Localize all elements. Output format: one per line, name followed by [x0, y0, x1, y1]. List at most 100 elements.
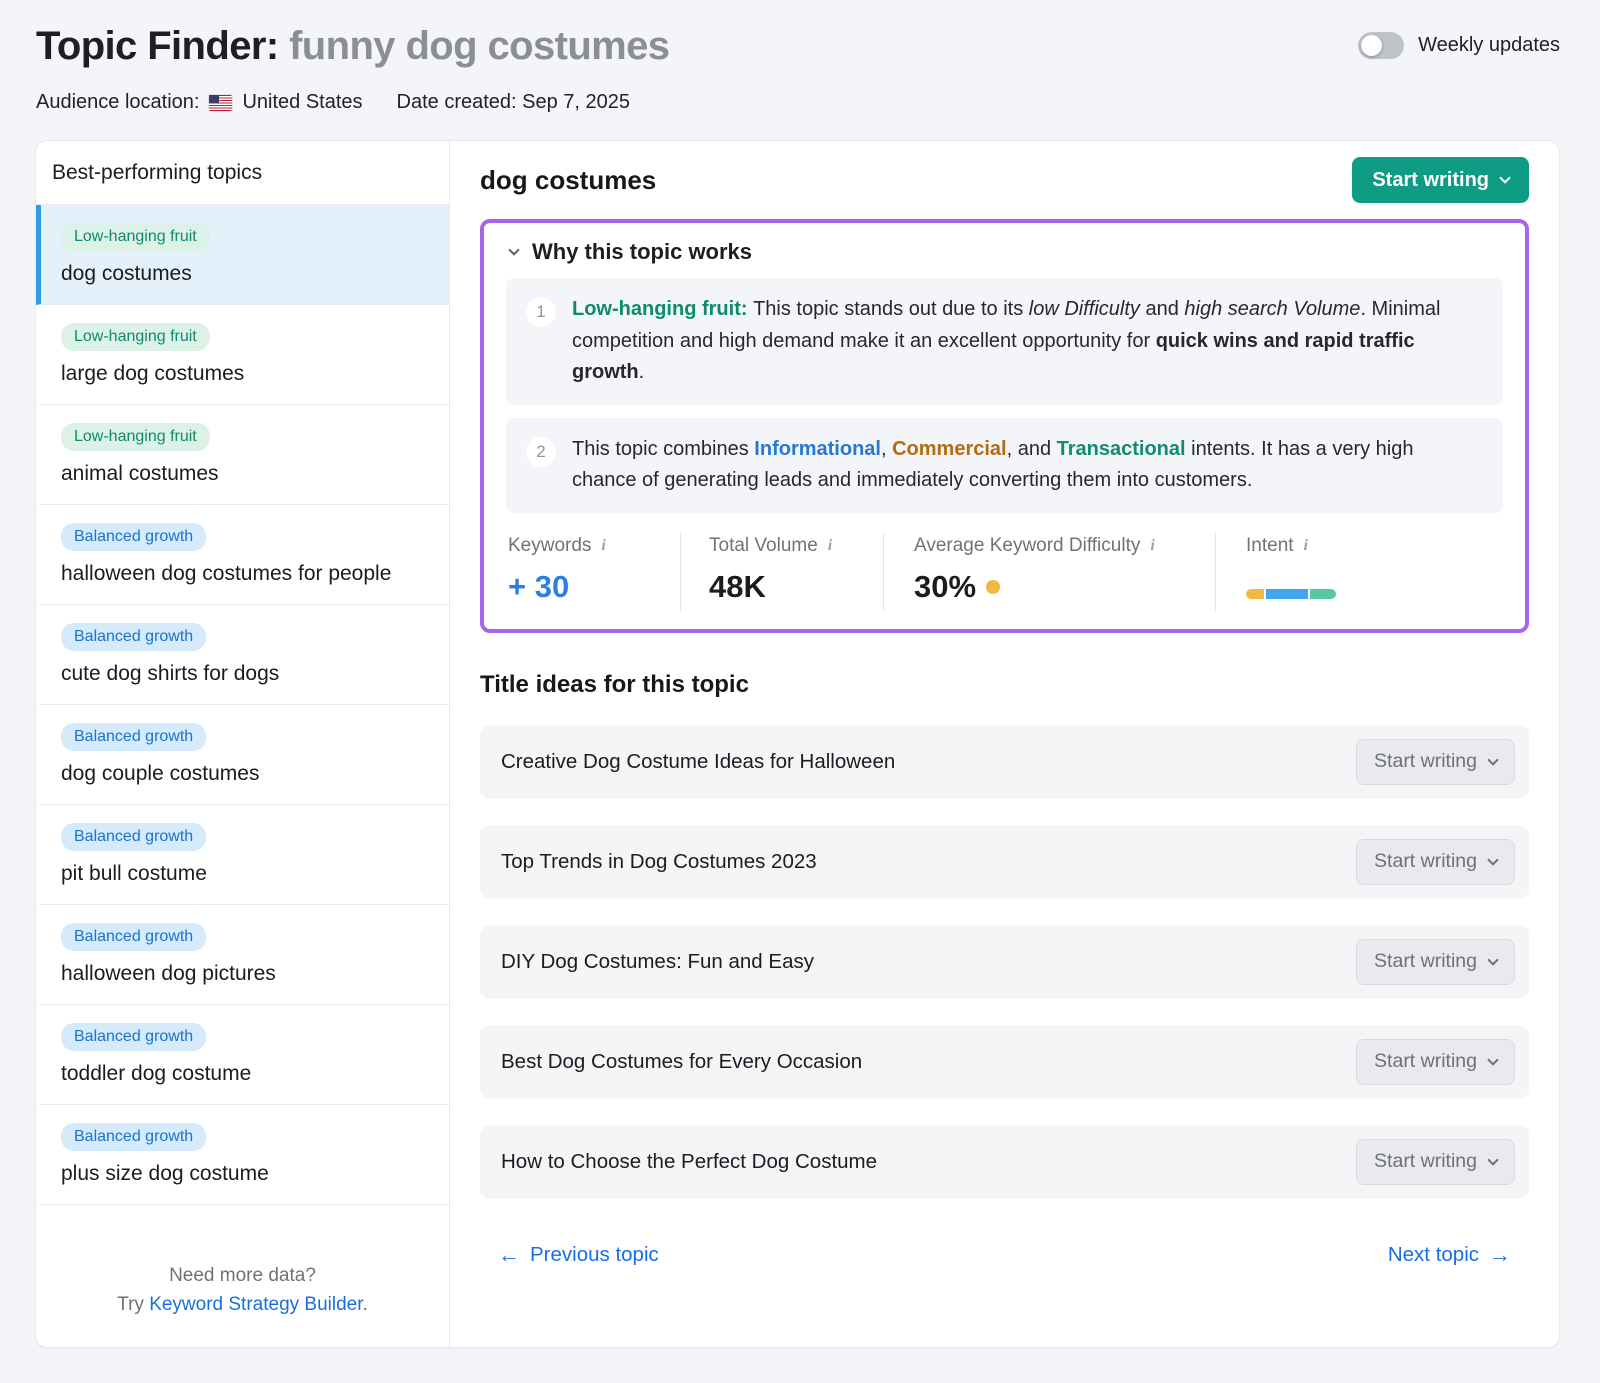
- arrow-right-icon: →: [1489, 1244, 1511, 1266]
- start-writing-secondary-label: Start writing: [1374, 850, 1477, 873]
- metric-label-row: Intent i: [1246, 535, 1503, 557]
- us-flag-icon: [209, 95, 232, 111]
- topic-label: dog couple costumes: [61, 762, 433, 786]
- topic-badge: Balanced growth: [61, 1023, 206, 1051]
- topic-badge: Balanced growth: [61, 923, 206, 951]
- info-icon[interactable]: i: [828, 537, 832, 555]
- weekly-updates-toggle[interactable]: [1358, 32, 1404, 59]
- why-points: 1 Low-hanging fruit: This topic stands o…: [506, 278, 1503, 513]
- sidebar-topic-item[interactable]: Balanced growth halloween dog costumes f…: [36, 505, 449, 605]
- sidebar-topic-item[interactable]: Balanced growth toddler dog costume: [36, 1005, 449, 1105]
- sidebar-topic-item[interactable]: Low-hanging fruit large dog costumes: [36, 305, 449, 405]
- arrow-left-icon: ←: [498, 1244, 520, 1266]
- title-ideas-heading: Title ideas for this topic: [480, 671, 1529, 699]
- try-suffix: .: [363, 1294, 368, 1315]
- start-writing-secondary-button[interactable]: Start writing: [1356, 739, 1515, 785]
- sidebar-topic-item[interactable]: Balanced growth dog couple costumes: [36, 705, 449, 805]
- topic-label: halloween dog pictures: [61, 962, 433, 986]
- sidebar-topic-item[interactable]: Balanced growth plus size dog costume: [36, 1105, 449, 1205]
- meta-row: Audience location: United States Date cr…: [36, 91, 669, 114]
- sidebar: Best-performing topics Low-hanging fruit…: [36, 141, 450, 1347]
- start-writing-button[interactable]: Start writing: [1352, 157, 1529, 203]
- sidebar-topic-item[interactable]: Balanced growth pit bull costume: [36, 805, 449, 905]
- start-writing-label: Start writing: [1372, 169, 1489, 192]
- title-idea-row: How to Choose the Perfect Dog Costume St…: [480, 1125, 1529, 1199]
- topic-label: pit bull costume: [61, 862, 433, 886]
- metric-column: Keywords i + 30: [506, 533, 680, 611]
- collapse-chevron-icon: [508, 244, 519, 255]
- topic-badge: Balanced growth: [61, 1123, 206, 1151]
- next-topic-link[interactable]: Next topic →: [1388, 1243, 1511, 1267]
- metric-column: Intent i: [1215, 533, 1503, 611]
- intent-bar-segment: [1266, 589, 1308, 599]
- info-icon[interactable]: i: [601, 537, 605, 555]
- sidebar-title: Best-performing topics: [36, 141, 449, 205]
- chevron-down-icon: [1487, 1154, 1498, 1165]
- start-writing-secondary-button[interactable]: Start writing: [1356, 1139, 1515, 1185]
- title-idea-text: DIY Dog Costumes: Fun and Easy: [501, 950, 814, 974]
- topic-badge: Balanced growth: [61, 523, 206, 551]
- sidebar-footer: Need more data? Try Keyword Strategy Bui…: [36, 1238, 449, 1347]
- main-panel: dog costumes Start writing Why this topi…: [450, 141, 1559, 1347]
- sidebar-topic-item[interactable]: Low-hanging fruit dog costumes: [36, 205, 449, 305]
- topic-badge: Balanced growth: [61, 623, 206, 651]
- topic-label: large dog costumes: [61, 362, 433, 386]
- intent-bar-segment: [1310, 589, 1336, 599]
- intent-bar: [1246, 589, 1336, 599]
- previous-topic-link[interactable]: ← Previous topic: [498, 1243, 659, 1267]
- sidebar-topic-item[interactable]: Low-hanging fruit animal costumes: [36, 405, 449, 505]
- try-prefix: Try: [117, 1294, 149, 1315]
- insight-point: 2 This topic combines Informational, Com…: [506, 418, 1503, 513]
- keyword-strategy-builder-link[interactable]: Keyword Strategy Builder: [149, 1294, 362, 1315]
- topic-title: dog costumes: [480, 165, 656, 196]
- metric-value: 48K: [709, 567, 883, 607]
- topic-label: dog costumes: [61, 262, 433, 286]
- metric-label: Total Volume: [709, 535, 818, 557]
- chevron-down-icon: [1487, 854, 1498, 865]
- chevron-down-icon: [1499, 172, 1510, 183]
- page-title-prefix: Topic Finder:: [36, 24, 279, 68]
- page-title: Topic Finder: funny dog costumes: [36, 24, 669, 69]
- metric-label-row: Total Volume i: [709, 535, 883, 557]
- page-title-query: funny dog costumes: [289, 24, 669, 68]
- insight-point: 1 Low-hanging fruit: This topic stands o…: [506, 278, 1503, 405]
- info-icon[interactable]: i: [1304, 537, 1308, 555]
- sidebar-topic-item[interactable]: Balanced growth halloween dog pictures: [36, 905, 449, 1005]
- audience-location-value: United States: [242, 91, 362, 114]
- point-text: Low-hanging fruit: This topic stands out…: [572, 294, 1483, 389]
- topic-label: plus size dog costume: [61, 1162, 433, 1186]
- topic-badge: Low-hanging fruit: [61, 323, 210, 351]
- content-card: Best-performing topics Low-hanging fruit…: [35, 140, 1560, 1348]
- title-idea-row: Best Dog Costumes for Every Occasion Sta…: [480, 1025, 1529, 1099]
- title-idea-text: Creative Dog Costume Ideas for Halloween: [501, 750, 895, 774]
- title-idea-text: Top Trends in Dog Costumes 2023: [501, 850, 817, 874]
- toggle-knob: [1361, 35, 1382, 56]
- metric-column: Average Keyword Difficulty i 30%: [883, 533, 1215, 611]
- start-writing-secondary-button[interactable]: Start writing: [1356, 1039, 1515, 1085]
- next-topic-label: Next topic: [1388, 1243, 1479, 1267]
- topbar-left: Topic Finder: funny dog costumes Audienc…: [36, 24, 669, 114]
- info-icon[interactable]: i: [1150, 537, 1154, 555]
- start-writing-secondary-button[interactable]: Start writing: [1356, 939, 1515, 985]
- audience-location-label: Audience location:: [36, 91, 199, 114]
- weekly-updates-label: Weekly updates: [1418, 34, 1560, 57]
- pagination: ← Previous topic Next topic →: [480, 1243, 1529, 1267]
- metric-label: Intent: [1246, 535, 1294, 557]
- topic-badge: Balanced growth: [61, 823, 206, 851]
- sidebar-topic-item[interactable]: Balanced growth cute dog shirts for dogs: [36, 605, 449, 705]
- start-writing-secondary-button[interactable]: Start writing: [1356, 839, 1515, 885]
- try-line: Try Keyword Strategy Builder.: [56, 1291, 429, 1320]
- need-more-data-text: Need more data?: [56, 1262, 429, 1291]
- metric-value: [1246, 567, 1503, 607]
- point-number-badge: 1: [526, 297, 556, 327]
- start-writing-secondary-label: Start writing: [1374, 950, 1477, 973]
- why-topic-works-panel: Why this topic works 1 Low-hanging fruit…: [480, 219, 1529, 633]
- why-panel-title: Why this topic works: [532, 239, 752, 265]
- why-panel-collapse-header[interactable]: Why this topic works: [506, 239, 1503, 265]
- point-text: This topic combines Informational, Comme…: [572, 434, 1483, 497]
- difficulty-dot: [986, 580, 1000, 594]
- start-writing-secondary-label: Start writing: [1374, 750, 1477, 773]
- title-idea-row: Top Trends in Dog Costumes 2023 Start wr…: [480, 825, 1529, 899]
- point-number-badge: 2: [526, 437, 556, 467]
- topic-finder-page: Topic Finder: funny dog costumes Audienc…: [0, 0, 1600, 1383]
